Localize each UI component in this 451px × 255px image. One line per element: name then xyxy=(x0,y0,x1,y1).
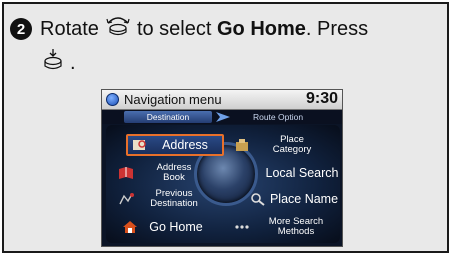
instruction-target: Go Home xyxy=(216,17,306,40)
address-label: Address xyxy=(162,138,208,152)
address-icon xyxy=(133,140,146,150)
menu-item-more-search-methods[interactable]: More Search Methods xyxy=(230,216,342,238)
address-book-label: Address Book xyxy=(156,162,192,183)
tab-route-option[interactable]: Route Option xyxy=(234,111,322,123)
navigation-screen: Navigation menu 9:30 Destination Route O… xyxy=(101,89,343,247)
place-category-icon xyxy=(236,139,248,151)
menu-item-local-search[interactable]: Local Search xyxy=(262,162,342,184)
go-home-label: Go Home xyxy=(149,220,203,234)
tab-bar: Destination Route Option xyxy=(102,110,342,124)
instruction-rotate-text: Rotate xyxy=(40,17,99,40)
previous-destination-label: Previous Destination xyxy=(150,188,198,209)
local-search-label: Local Search xyxy=(265,166,339,180)
previous-destination-icon xyxy=(119,193,134,205)
step-number-badge: 2 xyxy=(10,18,32,40)
menu-item-address[interactable]: Address xyxy=(126,134,224,156)
place-name-label: Place Name xyxy=(269,192,339,206)
menu-item-place-name[interactable]: Place Name xyxy=(248,188,342,210)
place-name-icon xyxy=(251,193,265,206)
clock: 9:30 xyxy=(305,90,338,107)
home-icon xyxy=(123,221,137,233)
instruction-line-2: . xyxy=(42,48,76,78)
tab-arrow-icon xyxy=(216,112,230,122)
instruction-end: . xyxy=(70,51,76,74)
instruction-select-text: to select xyxy=(136,17,212,40)
screen-title: Navigation menu xyxy=(124,92,222,107)
dial-rotate-icon xyxy=(105,14,131,44)
menu-item-previous-destination[interactable]: Previous Destination xyxy=(114,188,214,210)
menu-item-go-home[interactable]: Go Home xyxy=(114,216,214,238)
more-icon xyxy=(235,225,249,229)
address-book-icon xyxy=(119,167,133,179)
dial-press-icon xyxy=(42,48,64,78)
tab-destination[interactable]: Destination xyxy=(124,111,212,123)
screen-titlebar: Navigation menu 9:30 xyxy=(102,90,342,110)
navigation-icon xyxy=(106,93,119,106)
instruction-panel: 2 Rotate to select Go Home . Press . Nav… xyxy=(2,2,449,253)
instruction-line: 2 Rotate to select Go Home . Press xyxy=(10,12,444,46)
menu-item-address-book[interactable]: Address Book xyxy=(114,162,214,184)
more-search-methods-label: More Search Methods xyxy=(268,216,324,237)
instruction-press-text: . Press xyxy=(305,17,369,40)
menu-item-place-category[interactable]: Place Category xyxy=(230,134,334,156)
place-category-label: Place Category xyxy=(272,134,312,155)
